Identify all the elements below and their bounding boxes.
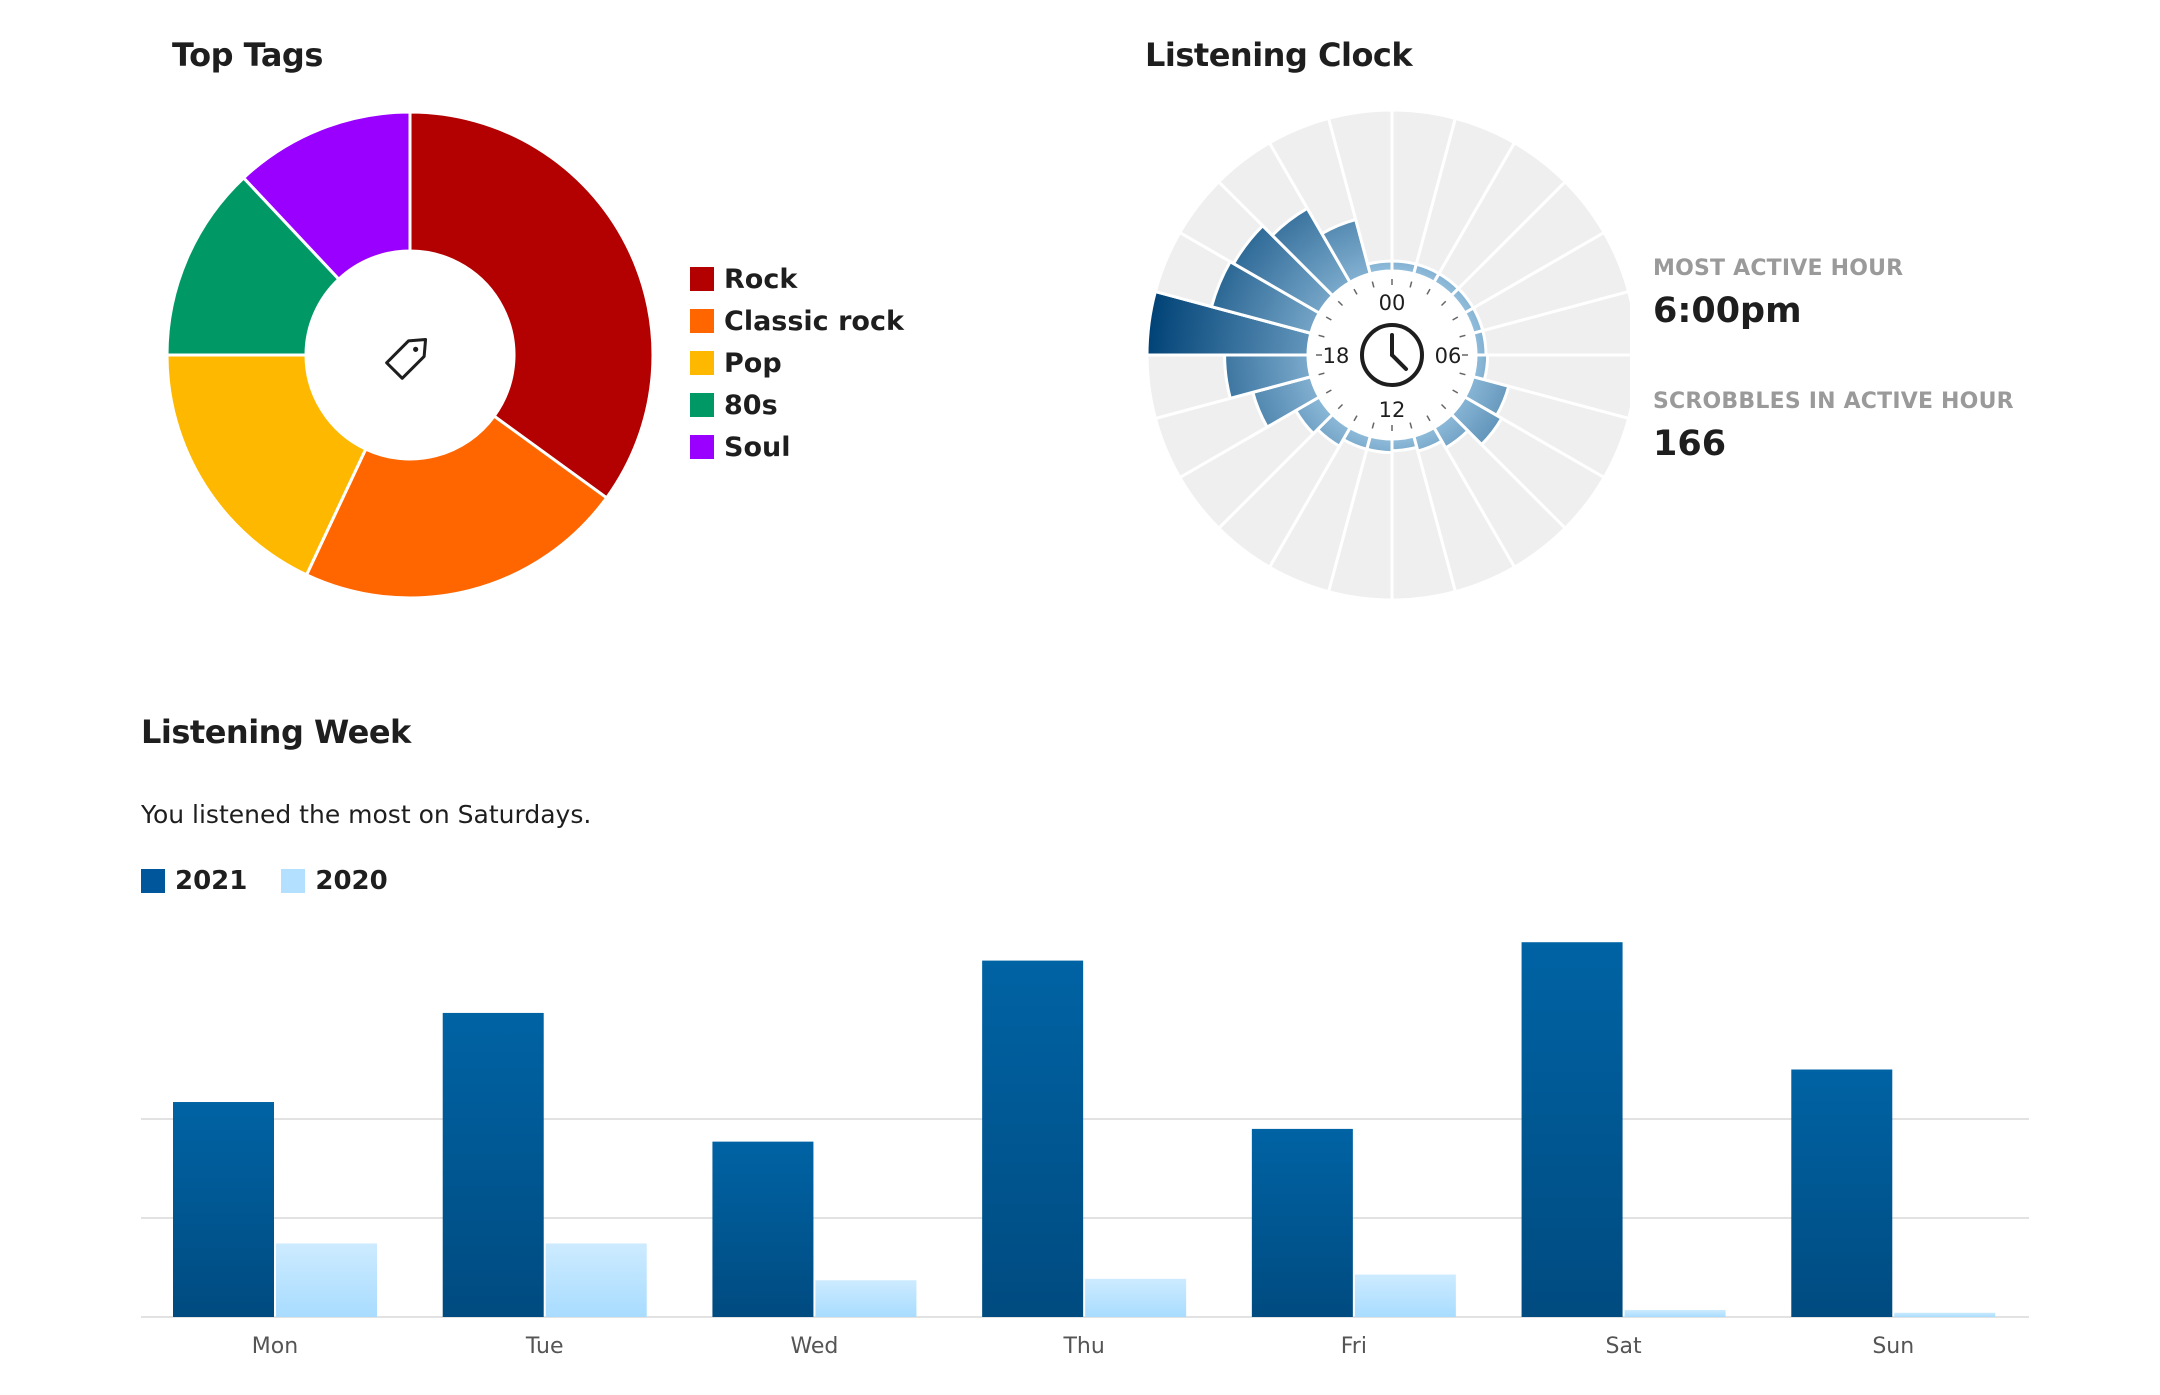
donut-slice-rock[interactable] xyxy=(408,110,655,500)
bar-2021-sat[interactable] xyxy=(1521,942,1623,1317)
bar-2020-sat[interactable] xyxy=(1624,1309,1726,1317)
x-tick-label-fri: Fri xyxy=(1341,1334,1367,1359)
legend-label-80s: 80s xyxy=(724,389,778,421)
bar-2021-fri[interactable] xyxy=(1251,1128,1353,1317)
legend-label-rock: Rock xyxy=(724,263,798,295)
x-tick-label-wed: Wed xyxy=(790,1334,838,1359)
scrobbles-active-hour-label: SCROBBLES IN ACTIVE HOUR xyxy=(1653,389,2014,414)
bar-2020-thu[interactable] xyxy=(1085,1278,1187,1317)
bar-2020-sun[interactable] xyxy=(1894,1312,1996,1317)
clock-hour-label-left: 18 xyxy=(1323,344,1350,368)
top-tags-donut-chart xyxy=(165,110,655,600)
listening-week-bar-chart: Mon Tue Wed Thu Fri Sat Sun xyxy=(141,942,2029,1359)
legend-item-classic-rock: Classic rock xyxy=(690,300,904,342)
legend-swatch-80s xyxy=(690,393,714,417)
bar-2020-wed[interactable] xyxy=(815,1280,917,1317)
legend-item-rock: Rock xyxy=(690,258,904,300)
bar-2021-tue[interactable] xyxy=(442,1012,544,1317)
most-active-hour-stat: MOST ACTIVE HOUR 6:00pm xyxy=(1653,256,1903,331)
listening-clock-chart: 00 06 12 18 xyxy=(1145,108,1630,602)
legend-swatch-2021 xyxy=(141,869,165,893)
clock-hour-label-right: 06 xyxy=(1435,344,1462,368)
legend-label-pop: Pop xyxy=(724,347,782,379)
legend-swatch-classic-rock xyxy=(690,309,714,333)
legend-label-classic-rock: Classic rock xyxy=(724,305,904,337)
x-tick-label-sat: Sat xyxy=(1606,1334,1642,1359)
legend-item-pop: Pop xyxy=(690,342,904,384)
clock-bar-hour-5[interactable] xyxy=(1471,328,1488,357)
legend-swatch-pop xyxy=(690,351,714,375)
legend-label-soul: Soul xyxy=(724,431,791,463)
bar-2020-fri[interactable] xyxy=(1354,1274,1456,1317)
legend-swatch-soul xyxy=(690,435,714,459)
clock-bar-hour-23[interactable] xyxy=(1365,259,1394,276)
most-active-hour-value: 6:00pm xyxy=(1653,291,1802,331)
legend-item-soul: Soul xyxy=(690,426,904,468)
x-tick-label-mon: Mon xyxy=(252,1334,298,1359)
clock-bar-hour-0[interactable] xyxy=(1390,259,1419,276)
bar-2021-sun[interactable] xyxy=(1791,1069,1893,1318)
top-tags-title: Top Tags xyxy=(172,36,323,74)
listening-week-legend: 2021 2020 xyxy=(141,866,422,896)
listening-week-title: Listening Week xyxy=(141,713,411,751)
x-tick-label-tue: Tue xyxy=(525,1334,564,1359)
scrobbles-active-hour-stat: SCROBBLES IN ACTIVE HOUR 166 xyxy=(1653,389,2014,464)
legend-item-80s: 80s xyxy=(690,384,904,426)
bar-2020-tue[interactable] xyxy=(545,1243,647,1317)
legend-swatch-2020 xyxy=(281,869,306,893)
bar-2021-wed[interactable] xyxy=(712,1141,814,1317)
legend-label-2020: 2020 xyxy=(315,866,388,896)
x-tick-label-sun: Sun xyxy=(1872,1334,1914,1359)
most-active-hour-label: MOST ACTIVE HOUR xyxy=(1653,256,1904,281)
clock-hour-label-top: 00 xyxy=(1379,291,1406,315)
bar-2021-mon[interactable] xyxy=(173,1102,274,1317)
clock-bar-hour-11[interactable] xyxy=(1390,434,1419,453)
legend-item-2020: 2020 xyxy=(281,866,388,896)
bar-2020-mon[interactable] xyxy=(276,1243,377,1317)
legend-label-2021: 2021 xyxy=(175,866,248,896)
listening-week-subtitle: You listened the most on Saturdays. xyxy=(141,800,592,829)
tag-icon xyxy=(385,337,428,380)
listening-clock-title: Listening Clock xyxy=(1145,36,1413,74)
scrobbles-active-hour-value: 166 xyxy=(1653,424,1727,464)
legend-swatch-rock xyxy=(690,267,714,291)
x-tick-label-thu: Thu xyxy=(1062,1334,1104,1359)
top-tags-legend: Rock Classic rock Pop 80s Soul xyxy=(690,258,904,468)
legend-item-2021: 2021 xyxy=(141,866,247,896)
clock-hour-label-bottom: 12 xyxy=(1379,398,1406,422)
bar-2021-thu[interactable] xyxy=(982,960,1084,1317)
